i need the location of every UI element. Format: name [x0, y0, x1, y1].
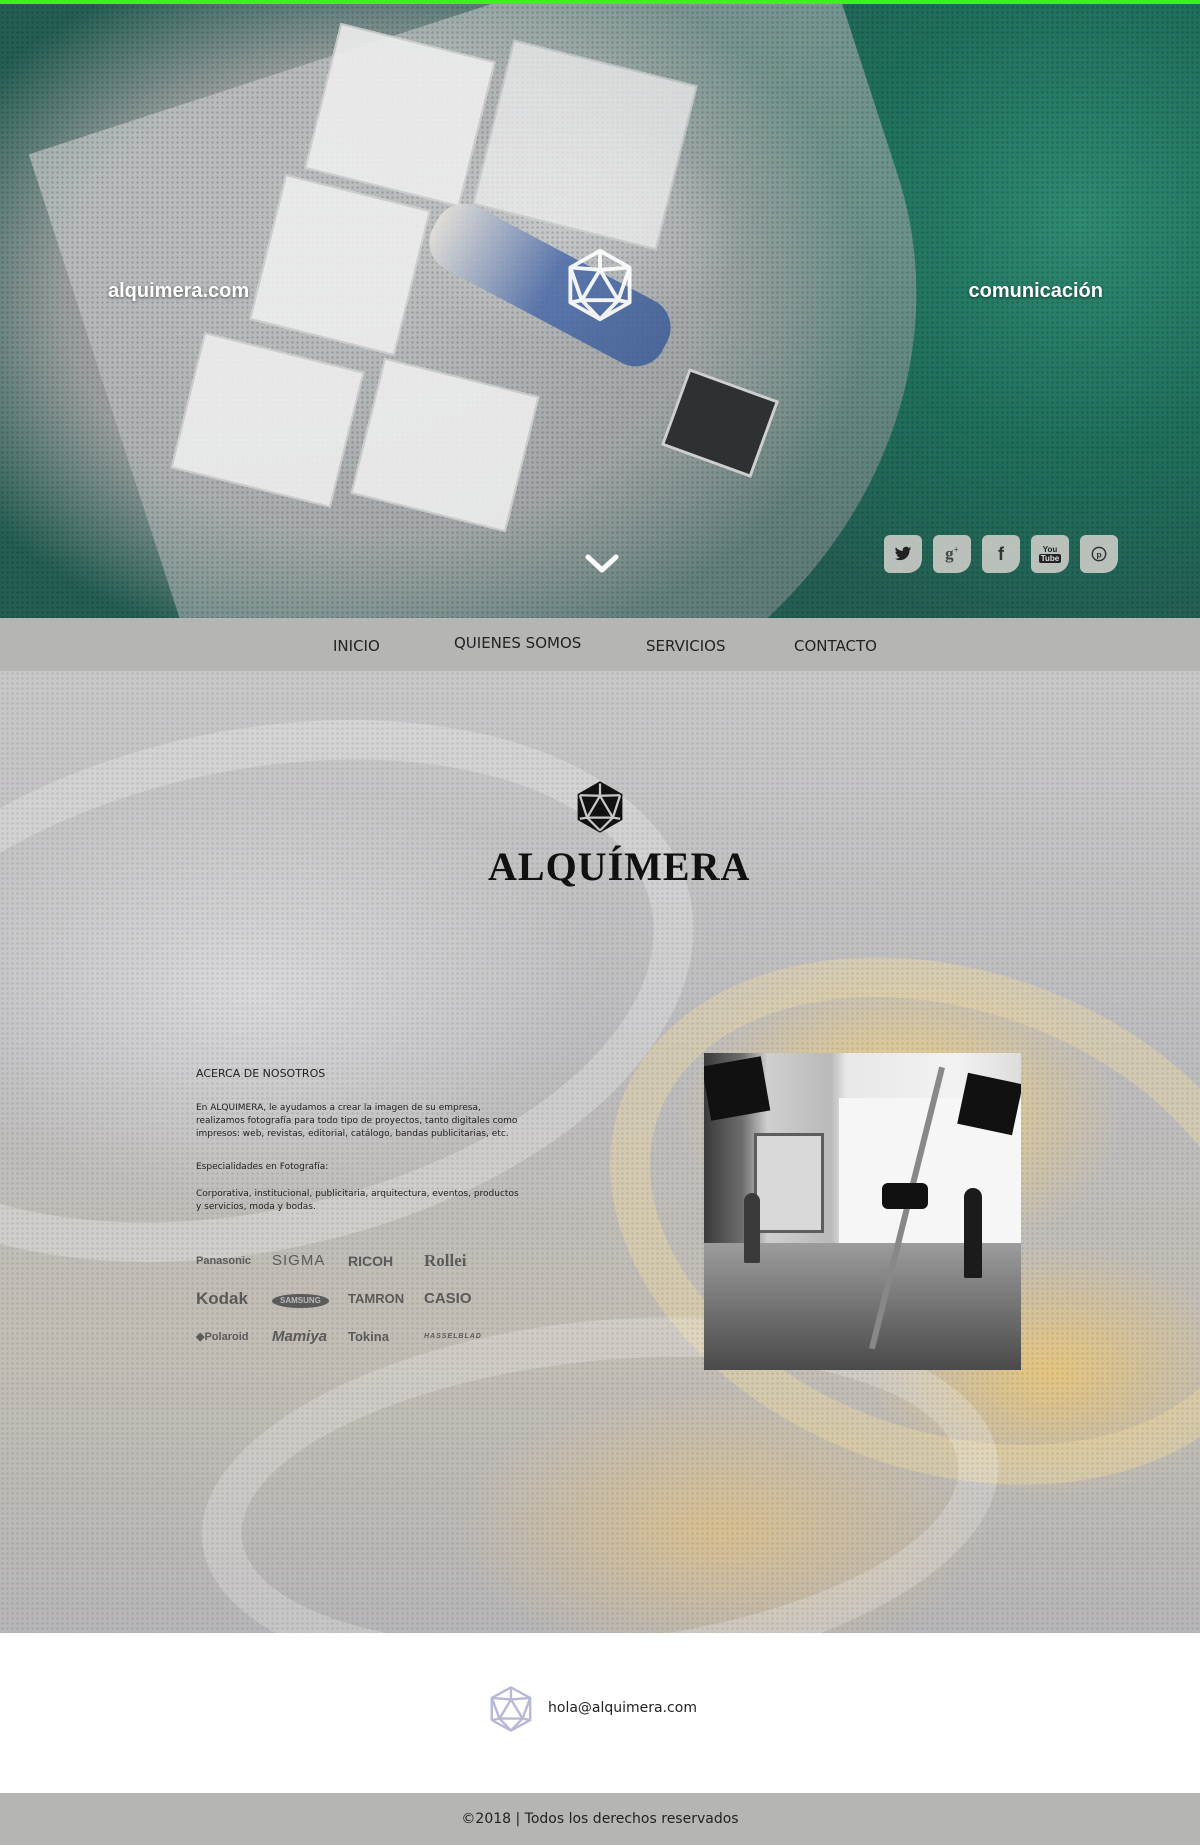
- brand-logo-hasselblad: HASSELBLAD: [424, 1333, 482, 1340]
- about-title: ACERCA DE NOSOTROS: [196, 1067, 326, 1080]
- brand-logo-sigma: SIGMA: [272, 1252, 326, 1269]
- google-plus-icon[interactable]: g+: [933, 535, 971, 573]
- icosahedron-logo-icon: [577, 781, 623, 833]
- photo-studio-image: [704, 1053, 1021, 1370]
- nav-item-quienes-somos[interactable]: QUIENES SOMOS: [454, 634, 581, 652]
- person-figure: [744, 1193, 760, 1263]
- copyright-bar: ©2018 | Todos los derechos reservados: [0, 1793, 1200, 1845]
- brand-logos: Panasonic SIGMA RICOH Rollei Kodak SAMSU…: [196, 1251, 500, 1347]
- nav-item-contacto[interactable]: CONTACTO: [794, 637, 877, 655]
- svg-text:p: p: [1096, 549, 1101, 559]
- person-figure: [964, 1188, 982, 1278]
- pinterest-icon[interactable]: p: [1080, 535, 1118, 573]
- brand-logo-casio: CASIO: [424, 1290, 472, 1307]
- brand-logo-tamron: TAMRON: [348, 1291, 405, 1306]
- facebook-icon[interactable]: f: [982, 535, 1020, 573]
- brand-logo-samsung: SAMSUNG: [272, 1289, 348, 1309]
- brand-logo-polaroid: ◆Polaroid: [196, 1331, 249, 1343]
- communication-link[interactable]: comunicación: [969, 280, 1103, 303]
- nav-item-servicios[interactable]: SERVICIOS: [646, 637, 726, 655]
- hero-banner: alquimera.com comunicación g+ f You Tube …: [0, 0, 1200, 618]
- brand-logo-mamiya: Mamiya: [272, 1328, 328, 1345]
- brand-logo-kodak: Kodak: [196, 1289, 248, 1308]
- specialties-title: Especialidades en Fotografía:: [196, 1162, 329, 1172]
- softbox-light: [704, 1056, 771, 1121]
- accent-top-line: [0, 0, 1200, 4]
- about-section: ALQUÍMERA ACERCA DE NOSOTROS En ALQUIMER…: [0, 671, 1200, 1633]
- copyright-text: ©2018 | Todos los derechos reservados: [461, 1811, 739, 1827]
- brand-logo-tokina: Tokina: [348, 1329, 389, 1344]
- youtube-icon[interactable]: You Tube: [1031, 535, 1069, 573]
- main-navigation: INICIO QUIENES SOMOS SERVICIOS CONTACTO: [0, 618, 1200, 671]
- twitter-icon[interactable]: [884, 535, 922, 573]
- spot-light: [882, 1183, 928, 1209]
- contact-section: hola@alquimera.com: [0, 1633, 1200, 1793]
- about-text-block: ACERCA DE NOSOTROS En ALQUIMERA, le ayud…: [196, 1067, 526, 1214]
- contact-email-link[interactable]: hola@alquimera.com: [548, 1700, 697, 1716]
- chevron-down-icon[interactable]: [584, 552, 620, 576]
- brand-logo-ricoh: RICOH: [348, 1253, 394, 1269]
- site-domain-link[interactable]: alquimera.com: [108, 280, 249, 303]
- about-paragraph: En ALQUIMERA, le ayudamos a crear la ima…: [196, 1103, 518, 1139]
- social-links: g+ f You Tube p: [884, 535, 1118, 573]
- icosahedron-logo-icon[interactable]: [562, 247, 638, 323]
- brand-logo-panasonic: Panasonic: [196, 1255, 252, 1267]
- icosahedron-logo-icon: [490, 1686, 532, 1732]
- brand-logo-rollei: Rollei: [424, 1251, 467, 1270]
- nav-item-inicio[interactable]: INICIO: [333, 637, 380, 655]
- specialties-paragraph: Corporativa, institucional, publicitaria…: [196, 1189, 519, 1212]
- brand-wordmark: ALQUÍMERA: [488, 844, 751, 889]
- studio-window: [754, 1133, 824, 1233]
